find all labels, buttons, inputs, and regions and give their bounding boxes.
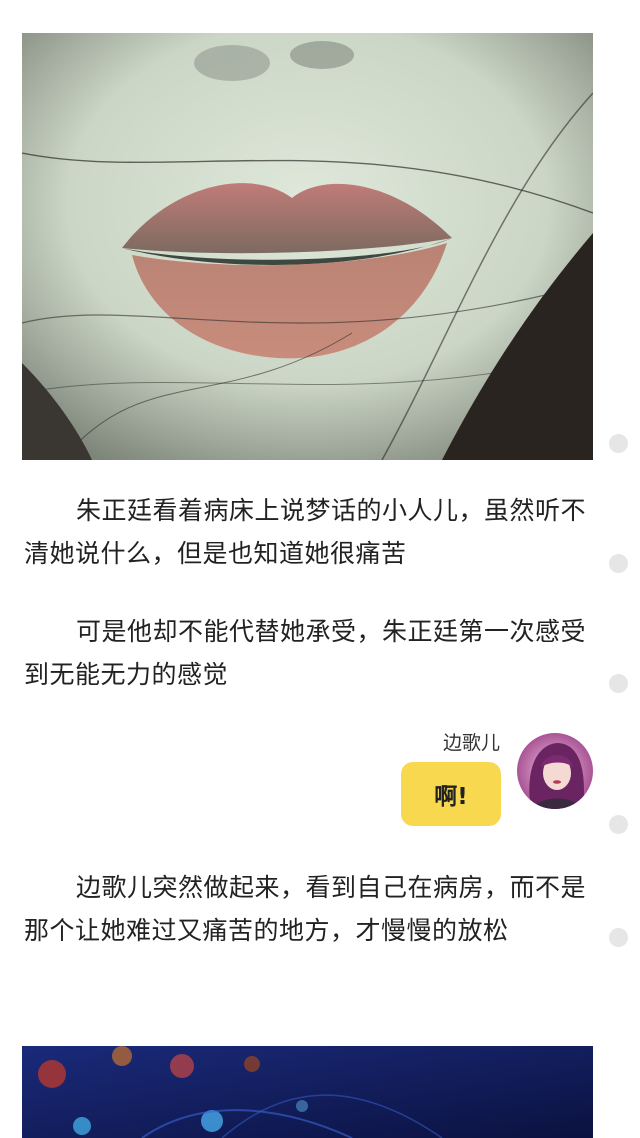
scroll-indicator-dot[interactable] [609,815,628,834]
scroll-indicator-dot[interactable] [609,434,628,453]
scroll-indicator-dot[interactable] [609,674,628,693]
bokeh-photo [22,1046,593,1138]
story-paragraph: 朱正廷看着病床上说梦话的小人儿，虽然听不清她说什么，但是也知道她很痛苦 [24,496,587,568]
story-paragraph: 边歌儿突然做起来，看到自己在病房，而不是那个让她难过又痛苦的地方，才慢慢的放松 [24,873,587,945]
scroll-indicator-dot[interactable] [609,928,628,947]
chat-bubble: 啊! [401,762,501,826]
chat-speaker-name: 边歌儿 [442,732,500,754]
scroll-indicator-dot[interactable] [609,554,628,573]
chat-message: 啊! [434,784,468,810]
speaker-avatar[interactable] [517,733,593,809]
lips-photo [22,33,593,460]
story-paragraph: 可是他却不能代替她承受，朱正廷第一次感受到无能无力的感觉 [24,617,587,689]
